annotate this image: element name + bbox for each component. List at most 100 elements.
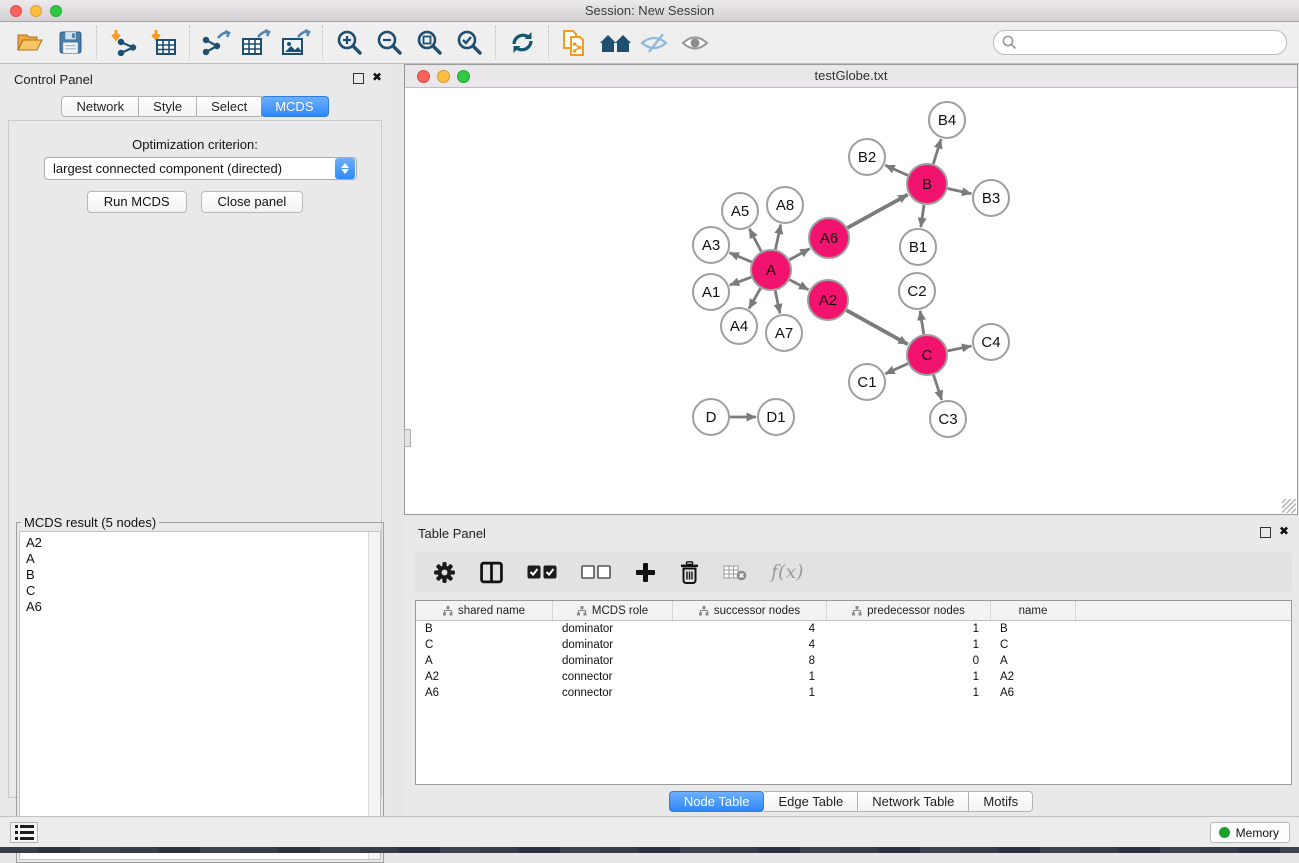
- mcds-result-item[interactable]: A2: [20, 535, 380, 551]
- graph-edge-A-A3[interactable]: [729, 253, 751, 262]
- run-mcds-button[interactable]: Run MCDS: [87, 191, 187, 213]
- close-window-button[interactable]: [10, 5, 22, 17]
- add-column-button[interactable]: [635, 562, 656, 583]
- column-header-name[interactable]: name: [991, 601, 1076, 620]
- close-network-button[interactable]: [417, 70, 430, 83]
- show-all-button[interactable]: [675, 25, 715, 61]
- control-panel-title: Control Panel: [14, 72, 93, 87]
- graph-edge-C-C1[interactable]: [885, 364, 908, 374]
- window-controls[interactable]: [10, 5, 62, 17]
- search-input[interactable]: [1022, 33, 1286, 53]
- tab-network-table[interactable]: Network Table: [858, 791, 969, 812]
- mcds-result-item[interactable]: B: [20, 567, 380, 583]
- import-table-button[interactable]: [143, 25, 183, 61]
- criterion-dropdown[interactable]: largest connected component (directed): [44, 157, 357, 180]
- graph-edge-A-A4[interactable]: [749, 288, 761, 308]
- graph-edge-A-A2[interactable]: [790, 280, 809, 290]
- task-history-button[interactable]: [10, 822, 38, 843]
- zoom-selected-button[interactable]: [449, 25, 489, 61]
- import-table-icon: [149, 29, 177, 56]
- minimize-network-button[interactable]: [437, 70, 450, 83]
- table-row[interactable]: A6connector11A6: [416, 685, 1291, 701]
- search-field[interactable]: [993, 30, 1287, 55]
- close-panel-icon[interactable]: ✖: [372, 70, 382, 84]
- graph-edge-B-B1[interactable]: [921, 205, 924, 227]
- save-session-button[interactable]: [50, 25, 90, 61]
- graph-edge-A6-B[interactable]: [847, 195, 907, 228]
- mcds-result-list[interactable]: A2ABCA6: [19, 531, 381, 860]
- mcds-result-item[interactable]: A: [20, 551, 380, 567]
- tab-select[interactable]: Select: [197, 96, 262, 117]
- graph-node-label-A5: A5: [731, 203, 749, 220]
- statusbar: Memory: [0, 816, 1299, 847]
- close-panel-button[interactable]: Close panel: [201, 191, 304, 213]
- graph-edge-A-A5[interactable]: [749, 229, 761, 252]
- mcds-result-item[interactable]: C: [20, 583, 380, 599]
- scrollbar-track[interactable]: [368, 532, 380, 859]
- memory-button[interactable]: Memory: [1210, 822, 1290, 843]
- tab-style[interactable]: Style: [139, 96, 197, 117]
- float-table-panel-button[interactable]: [1260, 527, 1271, 538]
- tab-edge-table[interactable]: Edge Table: [764, 791, 858, 812]
- tab-network[interactable]: Network: [61, 96, 139, 117]
- network-document-icon: [561, 29, 589, 57]
- function-builder-button[interactable]: f(x): [771, 561, 804, 583]
- graph-edge-B-B3[interactable]: [948, 188, 972, 193]
- import-network-button[interactable]: [103, 25, 143, 61]
- resize-grip-icon[interactable]: [1282, 499, 1296, 513]
- graph-edge-C-C4[interactable]: [948, 346, 972, 351]
- control-panel-header: Control Panel ✖: [0, 64, 390, 94]
- graph-edge-C-C2[interactable]: [920, 311, 924, 334]
- minimize-window-button[interactable]: [30, 5, 42, 17]
- column-header-successor-nodes[interactable]: successor nodes: [673, 601, 827, 620]
- tab-node-table[interactable]: Node Table: [669, 791, 765, 812]
- graph-edge-A-A7[interactable]: [775, 291, 780, 314]
- zoom-out-button[interactable]: [369, 25, 409, 61]
- float-panel-button[interactable]: [353, 73, 364, 84]
- open-session-button[interactable]: [10, 25, 50, 61]
- network-graph-canvas[interactable]: B4B2BB3B1A6A5A8A3AA1A2C2A4A7C4CC1C3DD1: [405, 88, 1297, 514]
- dropdown-stepper-icon[interactable]: [335, 158, 355, 179]
- graph-edge-B-B4[interactable]: [933, 139, 941, 164]
- show-columns-button[interactable]: [480, 561, 503, 584]
- network-window-titlebar[interactable]: testGlobe.txt: [405, 65, 1297, 88]
- graph-node-label-A: A: [766, 262, 776, 279]
- table-row[interactable]: Cdominator41C: [416, 637, 1291, 653]
- deselect-all-rows-button[interactable]: [581, 565, 611, 579]
- column-header-mcds-role[interactable]: MCDS role: [553, 601, 673, 620]
- tab-motifs[interactable]: Motifs: [969, 791, 1033, 812]
- graph-node-label-B1: B1: [909, 239, 927, 256]
- table-cell: 8: [673, 653, 827, 669]
- new-network-from-selection-button[interactable]: [555, 25, 595, 61]
- zoom-fit-button[interactable]: [409, 25, 449, 61]
- graph-edge-A-A1[interactable]: [730, 277, 752, 285]
- zoom-in-button[interactable]: [329, 25, 369, 61]
- delete-table-button[interactable]: [723, 564, 747, 581]
- table-row[interactable]: Adominator80A: [416, 653, 1291, 669]
- close-table-panel-icon[interactable]: ✖: [1279, 524, 1289, 538]
- mcds-result-item[interactable]: A6: [20, 599, 380, 615]
- select-all-rows-button[interactable]: [527, 565, 557, 579]
- table-settings-button[interactable]: [433, 561, 456, 584]
- hide-selection-button[interactable]: [635, 25, 675, 61]
- maximize-network-button[interactable]: [457, 70, 470, 83]
- column-header-predecessor-nodes[interactable]: predecessor nodes: [827, 601, 991, 620]
- graph-edge-C-C3[interactable]: [934, 375, 942, 400]
- table-row[interactable]: Bdominator41B: [416, 621, 1291, 637]
- drawer-grip[interactable]: [404, 429, 411, 447]
- delete-column-button[interactable]: [680, 561, 699, 584]
- maximize-window-button[interactable]: [50, 5, 62, 17]
- graph-edge-A-A8[interactable]: [775, 225, 780, 250]
- export-image-button[interactable]: [276, 25, 316, 61]
- tab-mcds[interactable]: MCDS: [261, 96, 328, 117]
- apply-layout-button[interactable]: [502, 25, 542, 61]
- graph-edge-B-B2[interactable]: [885, 165, 908, 175]
- column-header-shared-name[interactable]: shared name: [416, 601, 553, 620]
- graph-edge-A-A6[interactable]: [789, 249, 809, 260]
- export-table-button[interactable]: [236, 25, 276, 61]
- export-network-button[interactable]: [196, 25, 236, 61]
- first-neighbors-button[interactable]: [595, 25, 635, 61]
- table-row[interactable]: A2connector11A2: [416, 669, 1291, 685]
- graph-edge-A2-C[interactable]: [846, 310, 907, 344]
- network-window-controls[interactable]: [417, 70, 470, 83]
